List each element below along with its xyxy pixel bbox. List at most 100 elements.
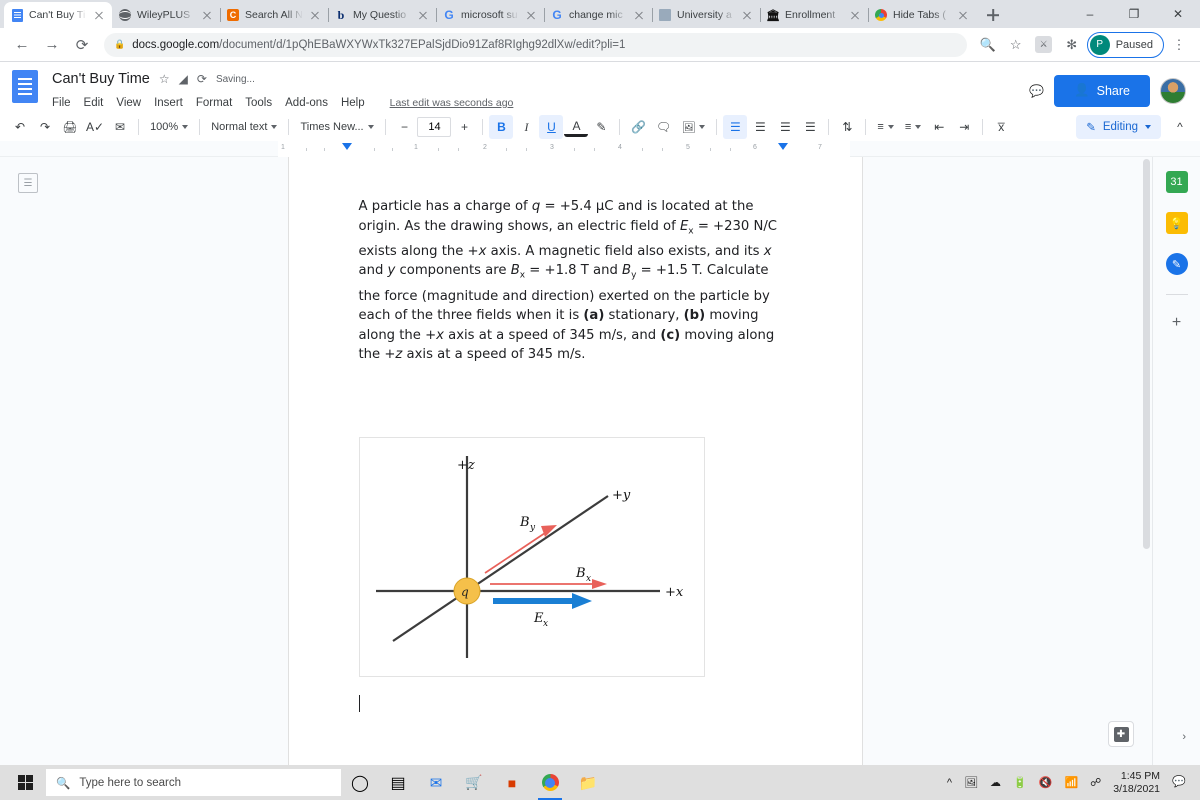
calendar-icon[interactable]: 31 xyxy=(1165,171,1188,193)
file-explorer-icon[interactable]: 📁 xyxy=(569,765,607,800)
browser-tab-5[interactable]: G change mic xyxy=(544,2,653,28)
move-to-drive-icon[interactable]: ◢ xyxy=(179,72,188,86)
browser-tab-4[interactable]: G microsoft su xyxy=(436,2,545,28)
keep-icon[interactable]: 💡 xyxy=(1165,212,1188,234)
close-icon[interactable] xyxy=(308,8,322,22)
page-title[interactable]: Can't Buy Time xyxy=(52,71,150,87)
close-icon[interactable] xyxy=(956,8,970,22)
new-tab-button[interactable] xyxy=(980,2,1006,28)
ruler-track[interactable]: 1 1 2 3 4 5 6 7 xyxy=(278,141,850,157)
back-icon[interactable]: ← xyxy=(8,31,36,59)
bookmark-star-icon[interactable]: ☆ xyxy=(1003,32,1029,58)
decrease-font-button[interactable]: − xyxy=(392,115,416,139)
task-view-icon[interactable]: ▤ xyxy=(379,765,417,800)
paragraph-style-select[interactable]: Normal text xyxy=(206,115,282,139)
store-icon[interactable]: 🛒 xyxy=(455,765,493,800)
line-spacing-icon[interactable]: ⇅ xyxy=(835,115,859,139)
browser-tab-6[interactable]: University a xyxy=(652,2,761,28)
print-icon[interactable]: 🖨 xyxy=(58,115,82,139)
share-button[interactable]: 👤 Share xyxy=(1054,74,1150,107)
reload-icon[interactable]: ⟳ xyxy=(68,31,96,59)
document-outline-icon[interactable]: ☰ xyxy=(18,173,38,193)
volume-mute-icon[interactable]: 🔇 xyxy=(1039,776,1053,789)
highlight-color-icon[interactable]: ✎ xyxy=(589,115,613,139)
minimize-icon[interactable]: – xyxy=(1068,0,1112,28)
add-addon-button[interactable]: + xyxy=(1172,314,1181,332)
tasks-icon[interactable]: ✎ xyxy=(1165,253,1188,275)
close-icon[interactable] xyxy=(416,8,430,22)
close-icon[interactable] xyxy=(92,8,106,22)
bulleted-list-select[interactable]: ≡ xyxy=(900,115,926,139)
onedrive-sync-icon[interactable]: 🖼 xyxy=(964,776,978,789)
align-justify-icon[interactable]: ☰ xyxy=(798,115,822,139)
start-button[interactable] xyxy=(4,765,46,800)
document-page[interactable]: A particle has a charge of q = +5.4 µC a… xyxy=(288,157,862,765)
battery-icon[interactable]: 🔋 xyxy=(1013,776,1027,789)
menu-format[interactable]: Format xyxy=(196,97,232,109)
menu-tools[interactable]: Tools xyxy=(245,97,272,109)
mail-icon[interactable]: ✉ xyxy=(417,765,455,800)
browser-tab-0[interactable]: Can't Buy Ti xyxy=(4,2,112,28)
browser-tab-7[interactable]: 🏛 Enrollment xyxy=(760,2,869,28)
italic-button[interactable]: I xyxy=(514,115,538,139)
numbered-list-select[interactable]: ≡ xyxy=(872,115,898,139)
google-docs-logo-icon[interactable] xyxy=(12,70,44,106)
menu-file[interactable]: File xyxy=(52,97,71,109)
text-color-button[interactable]: A xyxy=(564,117,589,137)
menu-insert[interactable]: Insert xyxy=(154,97,183,109)
search-input[interactable]: 🔍 Type here to search xyxy=(46,769,341,796)
bluetooth-icon[interactable]: ☍ xyxy=(1090,776,1101,789)
page-scrollbar[interactable] xyxy=(1141,157,1152,765)
star-icon[interactable]: ☆ xyxy=(159,72,170,86)
comment-history-icon[interactable]: 💬 xyxy=(1029,84,1044,98)
chrome-menu-icon[interactable]: ⋮ xyxy=(1166,32,1192,58)
menu-help[interactable]: Help xyxy=(341,97,365,109)
close-icon[interactable] xyxy=(740,8,754,22)
close-icon[interactable] xyxy=(632,8,646,22)
clear-formatting-icon[interactable]: x̅ xyxy=(989,115,1013,139)
notification-center-icon[interactable]: 💬 xyxy=(1172,775,1190,791)
menu-addons[interactable]: Add-ons xyxy=(285,97,328,109)
spellcheck-icon[interactable]: A✓ xyxy=(83,115,107,139)
profile-chip[interactable]: P Paused xyxy=(1086,31,1164,58)
search-icon[interactable]: 🔍 xyxy=(975,32,1001,58)
align-left-icon[interactable]: ☰ xyxy=(723,115,748,139)
add-comment-icon[interactable]: 🗨 xyxy=(651,115,675,139)
maximize-icon[interactable]: ❐ xyxy=(1112,0,1156,28)
bold-button[interactable]: B xyxy=(489,115,514,139)
insert-link-icon[interactable]: 🔗 xyxy=(626,115,650,139)
browser-tab-1[interactable]: WileyPLUS xyxy=(112,2,221,28)
font-family-select[interactable]: Times New... xyxy=(295,115,379,139)
underline-button[interactable]: U xyxy=(539,115,564,139)
align-center-icon[interactable]: ☰ xyxy=(748,115,772,139)
redo-icon[interactable]: ↷ xyxy=(33,115,57,139)
cloud-icon[interactable]: ☁ xyxy=(990,776,1001,789)
cortana-icon[interactable]: ◯ xyxy=(341,765,379,800)
increase-indent-icon[interactable]: ⇥ xyxy=(952,115,976,139)
chrome-icon[interactable] xyxy=(531,765,569,800)
clock[interactable]: 1:45 PM 3/18/2021 xyxy=(1113,770,1160,796)
decrease-indent-icon[interactable]: ⇤ xyxy=(927,115,951,139)
account-avatar[interactable] xyxy=(1160,77,1186,104)
menu-view[interactable]: View xyxy=(116,97,141,109)
paint-format-icon[interactable]: ✉ xyxy=(108,115,132,139)
close-icon[interactable] xyxy=(200,8,214,22)
explore-button[interactable]: ✚ xyxy=(1108,721,1134,747)
collapse-toolbar-icon[interactable]: ^ xyxy=(1168,115,1192,139)
forward-icon[interactable]: → xyxy=(38,31,66,59)
close-window-icon[interactable]: ✕ xyxy=(1156,0,1200,28)
extension-icon[interactable]: ⚔ xyxy=(1031,32,1057,58)
indent-marker-left[interactable] xyxy=(342,143,352,150)
last-edit-label[interactable]: Last edit was seconds ago xyxy=(390,97,514,109)
url-input[interactable]: 🔒 docs.google.com/document/d/1pQhEBaWXYW… xyxy=(104,32,967,57)
browser-tab-2[interactable]: C Search All N xyxy=(220,2,329,28)
browser-tab-8[interactable]: Hide Tabs ( xyxy=(868,2,976,28)
show-hidden-icons[interactable]: ^ xyxy=(947,777,952,789)
extensions-puzzle-icon[interactable]: ✻ xyxy=(1059,32,1085,58)
increase-font-button[interactable]: + xyxy=(452,115,476,139)
zoom-select[interactable]: 100% xyxy=(145,115,193,139)
font-size-input[interactable]: 14 xyxy=(417,117,452,137)
indent-marker-right[interactable] xyxy=(778,143,788,150)
insert-image-select[interactable]: 🖼 xyxy=(676,115,710,139)
menu-edit[interactable]: Edit xyxy=(84,97,104,109)
